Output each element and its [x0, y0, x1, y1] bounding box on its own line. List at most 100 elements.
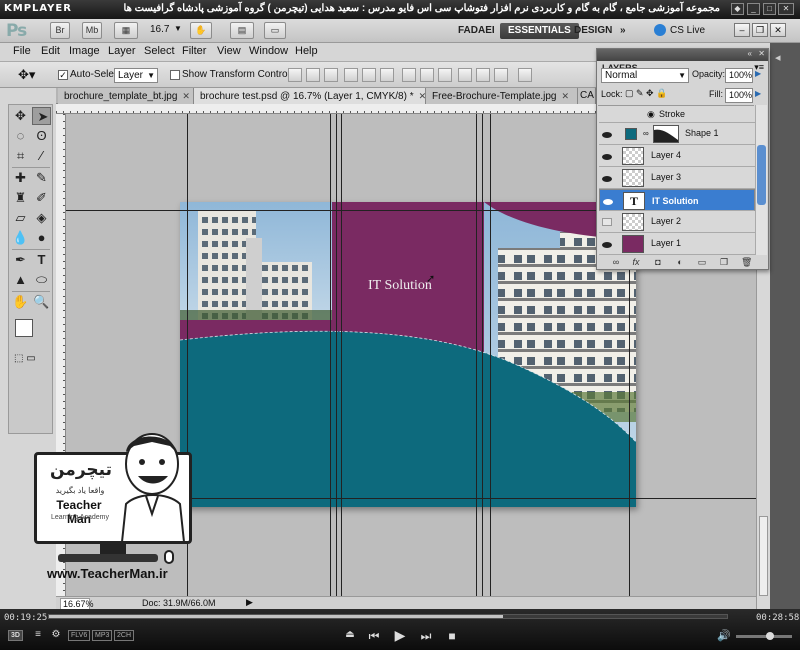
layer-row-shape-1[interactable]: ∞ Shape 1: [599, 123, 755, 145]
guide-vertical[interactable]: [490, 114, 491, 596]
layer-row-it-solution[interactable]: T IT Solution: [599, 189, 755, 211]
dodge-tool-icon[interactable]: ●: [32, 229, 51, 247]
it-solution-text[interactable]: IT Solution: [368, 278, 432, 294]
tab-ca[interactable]: CA: [578, 88, 596, 104]
align-right-icon[interactable]: [380, 68, 394, 82]
play-icon[interactable]: ▶: [392, 627, 408, 644]
opacity-slider-icon[interactable]: ▶: [755, 69, 761, 78]
guide-vertical[interactable]: [341, 114, 342, 596]
cs-live-button[interactable]: CS Live: [670, 25, 705, 36]
layer-mask-icon[interactable]: ◘: [653, 258, 663, 267]
show-transform-checkbox[interactable]: [170, 70, 180, 80]
seek-bar[interactable]: [48, 614, 728, 619]
hand-tool-button[interactable]: ✋: [190, 22, 212, 39]
layer-row-layer-3[interactable]: Layer 3: [599, 167, 755, 189]
zoom-level[interactable]: 16.7: [150, 24, 169, 35]
menu-layer[interactable]: Layer: [108, 45, 136, 57]
tab-close-icon[interactable]: ✕: [419, 88, 425, 104]
align-vcenter-icon[interactable]: [306, 68, 320, 82]
guide-vertical[interactable]: [482, 114, 483, 596]
new-layer-icon[interactable]: ❐: [719, 258, 729, 267]
layer-row-layer-2[interactable]: Layer 2: [599, 211, 755, 233]
path-selection-icon[interactable]: ▲: [11, 271, 30, 289]
auto-select-dropdown[interactable]: Layer ▼: [114, 68, 158, 83]
blur-tool-icon[interactable]: 💧: [11, 229, 30, 247]
eyedropper-tool-icon[interactable]: ⁄: [32, 147, 51, 165]
move-tool-active-icon[interactable]: ➤: [32, 107, 51, 125]
lock-icons[interactable]: ▢ ✎ ✥ 🔒: [625, 88, 667, 99]
guide-vertical[interactable]: [476, 114, 477, 596]
doc-close-icon[interactable]: ✕: [770, 23, 786, 37]
volume-icon[interactable]: 🔊: [716, 629, 732, 642]
menu-file[interactable]: File: [13, 45, 31, 57]
panel-close-icon[interactable]: ✕: [758, 49, 765, 58]
3d-button[interactable]: 3D: [8, 630, 23, 641]
blend-mode-dropdown[interactable]: Normal ▼: [601, 68, 689, 83]
distribute-hcenter-icon[interactable]: [476, 68, 490, 82]
close-icon[interactable]: ✕: [778, 3, 794, 15]
menu-window[interactable]: Window: [249, 45, 288, 57]
scroll-thumb[interactable]: [759, 516, 768, 596]
doc-restore-icon[interactable]: ❐: [752, 23, 768, 37]
brochure-document[interactable]: IT Solution: [180, 202, 636, 507]
crop-tool-icon[interactable]: ⌗: [11, 147, 30, 165]
healing-brush-icon[interactable]: ✚: [11, 169, 30, 187]
tab-close-icon[interactable]: ✕: [182, 88, 190, 104]
align-bottom-icon[interactable]: [324, 68, 338, 82]
distribute-vcenter-icon[interactable]: [420, 68, 434, 82]
layers-scroll-thumb[interactable]: [757, 145, 766, 205]
menu-icon[interactable]: ≡: [30, 629, 46, 640]
bridge-button[interactable]: Br: [50, 22, 70, 39]
visibility-eye-icon[interactable]: [602, 130, 612, 138]
eject-icon[interactable]: ⏏: [342, 629, 358, 640]
dock-collapse-icon[interactable]: ◂: [775, 51, 781, 64]
menu-edit[interactable]: Edit: [41, 45, 60, 57]
volume-knob[interactable]: [766, 632, 774, 640]
move-tool-icon[interactable]: ✥: [11, 107, 30, 125]
brush-tool-icon[interactable]: ✎: [32, 169, 51, 187]
pin-icon[interactable]: ◆: [731, 3, 744, 15]
tab-brochure-test[interactable]: brochure test.psd @ 16.7% (Layer 1, CMYK…: [194, 88, 426, 104]
distribute-top-icon[interactable]: [402, 68, 416, 82]
tab-close-icon[interactable]: ✕: [562, 88, 570, 104]
fill-input[interactable]: 100%: [725, 88, 753, 103]
align-left-icon[interactable]: [344, 68, 358, 82]
watermark-url[interactable]: www.TeacherMan.ir: [47, 566, 187, 581]
opacity-input[interactable]: 100%: [725, 68, 753, 83]
menu-view[interactable]: View: [217, 45, 241, 57]
volume-slider[interactable]: [736, 632, 792, 640]
clone-stamp-icon[interactable]: ♜: [11, 189, 30, 207]
distribute-bottom-icon[interactable]: [438, 68, 452, 82]
maximize-icon[interactable]: □: [763, 3, 776, 15]
visibility-eye-icon[interactable]: [603, 197, 613, 205]
zoom-dropdown-icon[interactable]: ▼: [174, 24, 182, 33]
layer-row-layer-4[interactable]: Layer 4: [599, 145, 755, 167]
delete-layer-icon[interactable]: 🗑: [741, 258, 752, 267]
guide-vertical[interactable]: [336, 114, 337, 596]
mini-bridge-button[interactable]: Mb: [82, 22, 102, 39]
menu-help[interactable]: Help: [295, 45, 318, 57]
marquee-tool-icon[interactable]: ◌: [11, 127, 30, 145]
visibility-eye-icon[interactable]: [602, 240, 612, 248]
doc-minimize-icon[interactable]: –: [734, 23, 750, 37]
visibility-eye-icon[interactable]: [602, 152, 612, 160]
view-extras-button[interactable]: ▦: [114, 22, 138, 39]
align-hcenter-icon[interactable]: [362, 68, 376, 82]
next-icon[interactable]: ⏭: [418, 629, 434, 644]
layer-effect-stroke[interactable]: ◉ Stroke: [599, 106, 755, 123]
hand-tool-icon[interactable]: ✋: [11, 293, 30, 311]
previous-icon[interactable]: ⏮: [366, 629, 382, 644]
eraser-tool-icon[interactable]: ▱: [11, 209, 30, 227]
layers-panel-header[interactable]: « ✕: [597, 49, 768, 61]
move-tool-preset-icon[interactable]: ✥▾: [18, 67, 35, 83]
tab-brochure-template[interactable]: brochure_template_bt.jpg ✕: [58, 88, 194, 104]
guide-vertical[interactable]: [330, 114, 331, 596]
workspace-design[interactable]: DESIGN: [566, 23, 620, 39]
screen-mode-button[interactable]: ▭: [264, 22, 286, 39]
layer-style-icon[interactable]: fx: [631, 258, 641, 267]
align-top-icon[interactable]: [288, 68, 302, 82]
auto-align-icon[interactable]: [518, 68, 532, 82]
distribute-left-icon[interactable]: [458, 68, 472, 82]
pen-tool-icon[interactable]: ✒: [11, 251, 30, 269]
visibility-eye-icon[interactable]: [602, 174, 612, 182]
